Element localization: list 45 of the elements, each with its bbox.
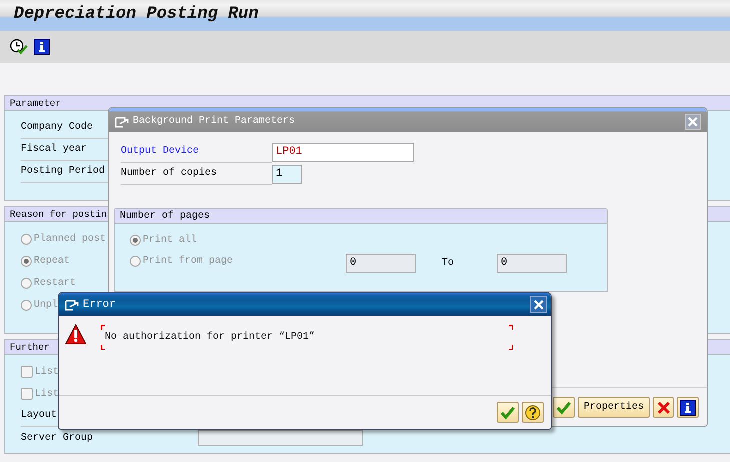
group-title: Parameter — [10, 98, 62, 108]
radio-label: Restart — [34, 278, 76, 288]
field-label: Posting Period — [21, 166, 106, 177]
help-button[interactable] — [522, 402, 544, 423]
radio-label: Print from page — [143, 256, 234, 266]
field-label: Server Group — [21, 432, 94, 444]
group-title: Further — [10, 342, 50, 352]
ok-button[interactable] — [552, 397, 575, 418]
group-title: Number of pages — [120, 210, 210, 222]
input-field[interactable]: 1 — [272, 164, 302, 184]
group-title: Reason for postin — [10, 208, 107, 220]
close-button[interactable] — [530, 296, 547, 313]
radio-label: Repeat — [34, 256, 70, 266]
window-icon — [65, 298, 79, 310]
field-label: Layout — [21, 410, 58, 421]
field-label: Fiscal year — [21, 144, 88, 155]
checkbox-label: List — [35, 366, 60, 378]
cross-icon — [656, 400, 670, 414]
field-label: Output Device — [121, 146, 200, 157]
window-title: Depreciation Posting Run — [14, 5, 259, 24]
help-icon — [525, 404, 541, 420]
check-icon — [500, 404, 516, 420]
check-icon — [556, 400, 572, 416]
checkbox-label: List — [35, 388, 60, 400]
field-label: To — [441, 258, 456, 268]
field-label: Company Code — [21, 122, 94, 133]
clock-check-icon[interactable] — [10, 39, 28, 55]
info-button[interactable] — [677, 397, 699, 418]
close-button[interactable] — [685, 114, 701, 130]
properties-button[interactable]: Properties — [578, 397, 650, 418]
input-field[interactable] — [198, 430, 364, 446]
radio-label: Unpl — [34, 300, 58, 310]
cancel-button[interactable] — [653, 397, 674, 418]
dialog-title: Error — [83, 298, 118, 310]
info-icon — [680, 400, 696, 416]
dialog-title: Background Print Parameters — [133, 116, 296, 127]
radio-label: Print all — [143, 235, 198, 246]
warning-icon — [65, 324, 87, 346]
input-field[interactable]: LP01 — [272, 142, 414, 162]
field-label: Number of copies — [121, 168, 218, 179]
error-message: No authorization for printer “LP01” — [105, 332, 316, 343]
window-icon — [115, 116, 129, 128]
radio-label: Planned post — [34, 234, 106, 244]
ok-button[interactable] — [497, 402, 519, 423]
info-icon[interactable] — [34, 39, 50, 55]
